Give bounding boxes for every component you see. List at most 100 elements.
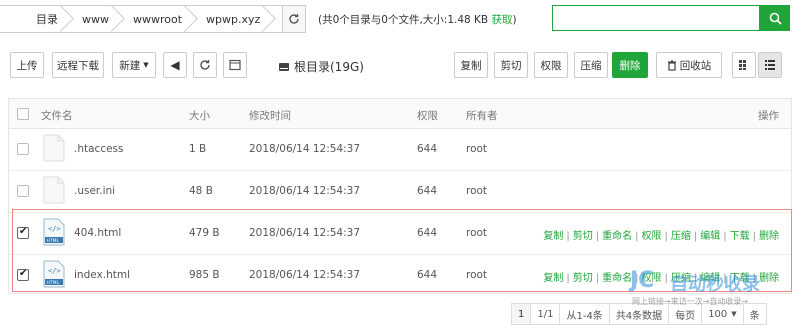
- recycle-bin-label: 回收站: [679, 59, 712, 72]
- file-owner: root: [466, 185, 488, 197]
- row-checkbox[interactable]: [17, 226, 29, 239]
- table-row[interactable]: </> HTML 404.html 479 B 2018/06/14 12:54:…: [9, 213, 791, 255]
- remote-download-button[interactable]: 远程下载: [52, 52, 104, 78]
- new-dropdown-button[interactable]: 新建 ▼: [112, 52, 156, 78]
- search-icon: [769, 12, 782, 25]
- header-permission: 权限: [417, 110, 438, 122]
- row-checkbox[interactable]: [17, 268, 29, 281]
- row-operations: 复制 | 剪切 | 重命名 | 权限 | 压缩 | 编辑 | 下载 | 删除: [543, 231, 779, 242]
- file-name[interactable]: 404.html: [74, 227, 121, 239]
- op-permission-link[interactable]: 权限: [642, 231, 662, 242]
- row-checkbox[interactable]: [17, 143, 29, 155]
- file-permission: 644: [417, 269, 438, 281]
- op-download-link[interactable]: 下载: [730, 231, 750, 242]
- toolbar: 上传 远程下载 新建 ▼ ◀ 根目录(19G) 复制 剪切 权限 压缩 删除 回收…: [0, 48, 800, 82]
- refresh-button[interactable]: [193, 52, 217, 78]
- table-header: 文件名 大小 修改时间 权限 所有者 操作: [9, 99, 791, 129]
- recycle-bin-button[interactable]: 回收站: [656, 52, 722, 78]
- header-mtime[interactable]: 修改时间: [249, 108, 291, 123]
- remote-download-label: 远程下载: [57, 59, 99, 72]
- header-size[interactable]: 大小: [189, 108, 210, 123]
- search-button[interactable]: [760, 5, 790, 31]
- header-filename[interactable]: 文件名: [41, 108, 73, 123]
- op-copy-link[interactable]: 复制: [543, 273, 563, 284]
- refresh-icon: [289, 14, 299, 24]
- op-cut-link[interactable]: 剪切: [573, 231, 593, 242]
- grid-view-icon: [739, 60, 746, 70]
- svg-text:</>: </>: [48, 225, 61, 233]
- file-name[interactable]: .user.ini: [74, 185, 115, 197]
- breadcrumb-item-site[interactable]: wpwp.xyz: [198, 6, 276, 32]
- file-size: 985 B: [189, 269, 220, 281]
- op-copy-link[interactable]: 复制: [543, 231, 563, 242]
- op-compress-link[interactable]: 压缩: [671, 231, 691, 242]
- hard-drive-icon: [279, 62, 289, 71]
- permission-button[interactable]: 权限: [534, 52, 568, 78]
- cut-label: 剪切: [500, 59, 522, 72]
- breadcrumb-item-root[interactable]: 目录: [0, 6, 74, 32]
- page-number-button[interactable]: 1: [511, 303, 532, 325]
- file-icon: [43, 134, 65, 162]
- svg-text:HTML: HTML: [47, 238, 60, 244]
- file-owner: root: [466, 269, 488, 281]
- file-mtime: 2018/06/14 12:54:37: [249, 227, 361, 239]
- op-edit-link[interactable]: 编辑: [700, 231, 720, 242]
- breadcrumb-label: 目录: [36, 13, 58, 26]
- terminal-button[interactable]: [223, 52, 247, 78]
- op-rename-link[interactable]: 重命名: [602, 231, 632, 242]
- upload-label: 上传: [16, 59, 38, 72]
- op-rename-link[interactable]: 重命名: [602, 273, 632, 284]
- file-size: 1 B: [189, 143, 207, 155]
- upload-button[interactable]: 上传: [10, 52, 44, 78]
- refresh-icon: [200, 60, 210, 70]
- copy-button[interactable]: 复制: [454, 52, 488, 78]
- copy-label: 复制: [460, 59, 482, 72]
- list-view-button[interactable]: [758, 52, 782, 78]
- file-name[interactable]: index.html: [74, 269, 130, 281]
- header-operations: 操作: [758, 110, 779, 122]
- op-delete-link[interactable]: 删除: [759, 231, 779, 242]
- cut-button[interactable]: 剪切: [494, 52, 528, 78]
- search-input[interactable]: [552, 5, 760, 31]
- watermark-subtitle: 网上链接→来访一次→自动收录→: [632, 297, 749, 306]
- permission-label: 权限: [540, 59, 562, 72]
- file-mtime: 2018/06/14 12:54:37: [249, 269, 361, 281]
- file-size: 479 B: [189, 227, 220, 239]
- table-row[interactable]: .user.ini 48 B 2018/06/14 12:54:37 644 r…: [9, 171, 791, 213]
- watermark-logo: JC: [630, 268, 655, 293]
- file-mtime: 2018/06/14 12:54:37: [249, 185, 361, 197]
- record-range: 从1-4条: [559, 303, 610, 325]
- file-name[interactable]: .htaccess: [74, 143, 124, 155]
- breadcrumb-item-wwwroot[interactable]: wwwroot: [125, 6, 198, 32]
- row-checkbox[interactable]: [17, 185, 29, 197]
- trash-icon: [667, 59, 676, 71]
- file-owner: root: [466, 227, 488, 239]
- html-file-icon: </> HTML: [43, 218, 65, 246]
- header-owner: 所有者: [466, 110, 498, 122]
- select-all-checkbox[interactable]: [17, 108, 29, 120]
- grid-view-button[interactable]: [732, 52, 756, 78]
- directory-info: (共0个目录与0个文件,大小:1.48 KB 获取): [318, 12, 517, 27]
- breadcrumb-item-www[interactable]: www: [74, 6, 125, 32]
- back-button[interactable]: ◀: [163, 52, 187, 78]
- svg-text:</>: </>: [48, 267, 61, 275]
- delete-button[interactable]: 删除: [612, 52, 648, 78]
- directory-info-close: ): [512, 14, 517, 26]
- file-size: 48 B: [189, 185, 213, 197]
- refresh-path-button[interactable]: [282, 5, 306, 33]
- directory-info-text: (共0个目录与0个文件,大小:1.48 KB: [318, 14, 489, 26]
- file-table: 文件名 大小 修改时间 权限 所有者 操作 .htaccess 1 B 2018…: [8, 98, 792, 294]
- page-range: 1/1: [530, 303, 561, 325]
- op-cut-link[interactable]: 剪切: [573, 273, 593, 284]
- html-file-icon: </> HTML: [43, 260, 65, 288]
- breadcrumb-label: wpwp.xyz: [206, 12, 261, 26]
- table-row[interactable]: .htaccess 1 B 2018/06/14 12:54:37 644 ro…: [9, 129, 791, 171]
- root-disk-text: 根目录(19G): [294, 60, 364, 74]
- file-owner: root: [466, 143, 488, 155]
- file-permission: 644: [417, 227, 438, 239]
- delete-label: 删除: [619, 59, 641, 72]
- root-disk-label[interactable]: 根目录(19G): [278, 58, 364, 75]
- compress-button[interactable]: 压缩: [574, 52, 608, 78]
- fetch-size-link[interactable]: 获取: [491, 14, 512, 26]
- list-view-icon: [765, 60, 775, 70]
